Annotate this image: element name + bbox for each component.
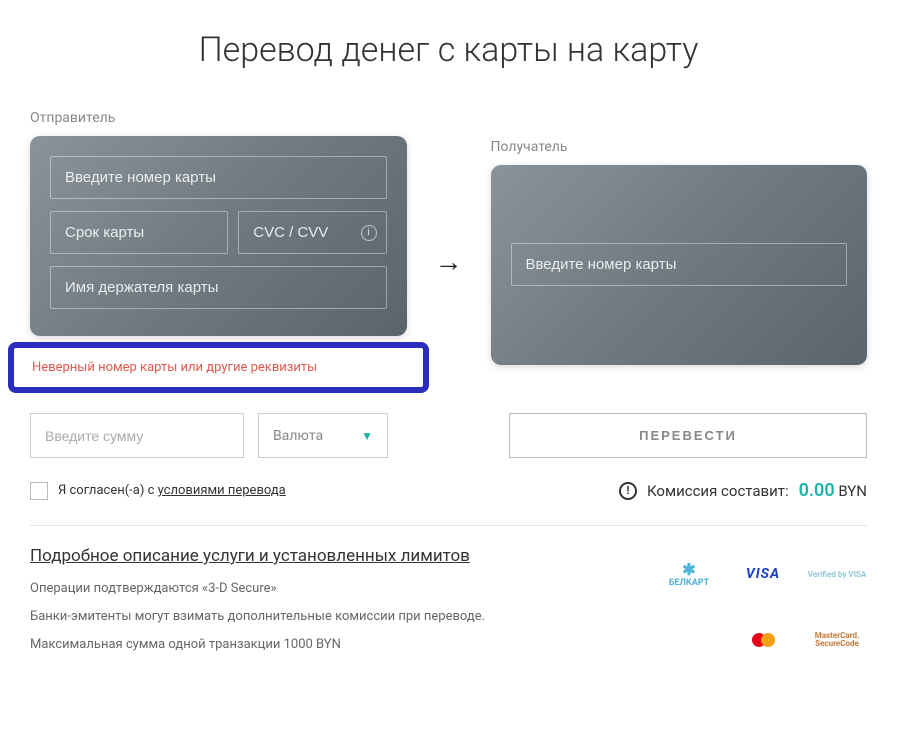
bottom-row: Я согласен(-а) с условиями перевода ! Ко… (30, 480, 867, 501)
details-heading[interactable]: Подробное описание услуги и установленны… (30, 546, 485, 566)
amount-input[interactable] (30, 413, 244, 458)
sender-card: i (30, 136, 407, 336)
sender-expiry-input[interactable] (50, 211, 228, 254)
recipient-card (491, 165, 868, 365)
sender-holder-input[interactable] (50, 266, 387, 309)
agree-prefix: Я согласен(-а) с (58, 483, 158, 498)
details-section: Подробное описание услуги и установленны… (30, 546, 867, 665)
separator (30, 525, 867, 526)
agree-terms-link[interactable]: условиями перевода (158, 483, 286, 498)
arrow-icon: → (427, 248, 471, 276)
currency-label: Валюта (273, 428, 323, 444)
verified-by-visa-logo: Verified by VISA (808, 571, 866, 580)
sender-label: Отправитель (30, 110, 407, 126)
warning-icon: ! (619, 482, 637, 500)
dropdown-caret-icon: ▼ (361, 429, 373, 443)
belcart-logo: ✱ БЕЛКАРТ (669, 561, 709, 588)
transfer-button[interactable]: ПЕРЕВЕСТИ (509, 413, 867, 458)
page-title: Перевод денег с карты на карту (30, 30, 867, 70)
sender-section: Отправитель i Неверный номер карты или д… (30, 110, 407, 393)
sender-card-number-input[interactable] (50, 156, 387, 199)
mastercard-securecode-logo: MasterCard. SecureCode (807, 632, 867, 650)
recipient-card-number-input[interactable] (511, 243, 848, 286)
details-line: Максимальная сумма одной транзакции 1000… (30, 636, 485, 654)
recipient-section: Получатель (491, 139, 868, 365)
error-highlight: Неверный номер карты или другие реквизит… (8, 342, 429, 393)
visa-logo: VISA (746, 567, 780, 582)
commission-info: ! Комиссия составит: 0.00 BYN (619, 480, 867, 501)
agree-checkbox[interactable] (30, 482, 48, 500)
details-line: Банки-эмитенты могут взимать дополнитель… (30, 608, 485, 626)
payment-logos: ✱ БЕЛКАРТ VISA Verified by VISA MasterCa… (659, 546, 867, 665)
cards-row: Отправитель i Неверный номер карты или д… (30, 110, 867, 393)
error-message: Неверный номер карты или другие реквизит… (32, 360, 405, 375)
controls-row: Валюта ▼ ПЕРЕВЕСТИ (30, 413, 867, 458)
mastercard-logo (752, 633, 775, 647)
details-line: Операции подтверждаются «3-D Secure» (30, 580, 485, 598)
commission-label: Комиссия составит: (647, 482, 789, 500)
currency-select[interactable]: Валюта ▼ (258, 413, 388, 458)
cvv-info-icon[interactable]: i (361, 225, 377, 241)
recipient-label: Получатель (491, 139, 868, 155)
commission-currency: BYN (838, 482, 867, 500)
agree-section: Я согласен(-а) с условиями перевода (30, 482, 286, 500)
commission-amount: 0.00 (799, 480, 835, 501)
